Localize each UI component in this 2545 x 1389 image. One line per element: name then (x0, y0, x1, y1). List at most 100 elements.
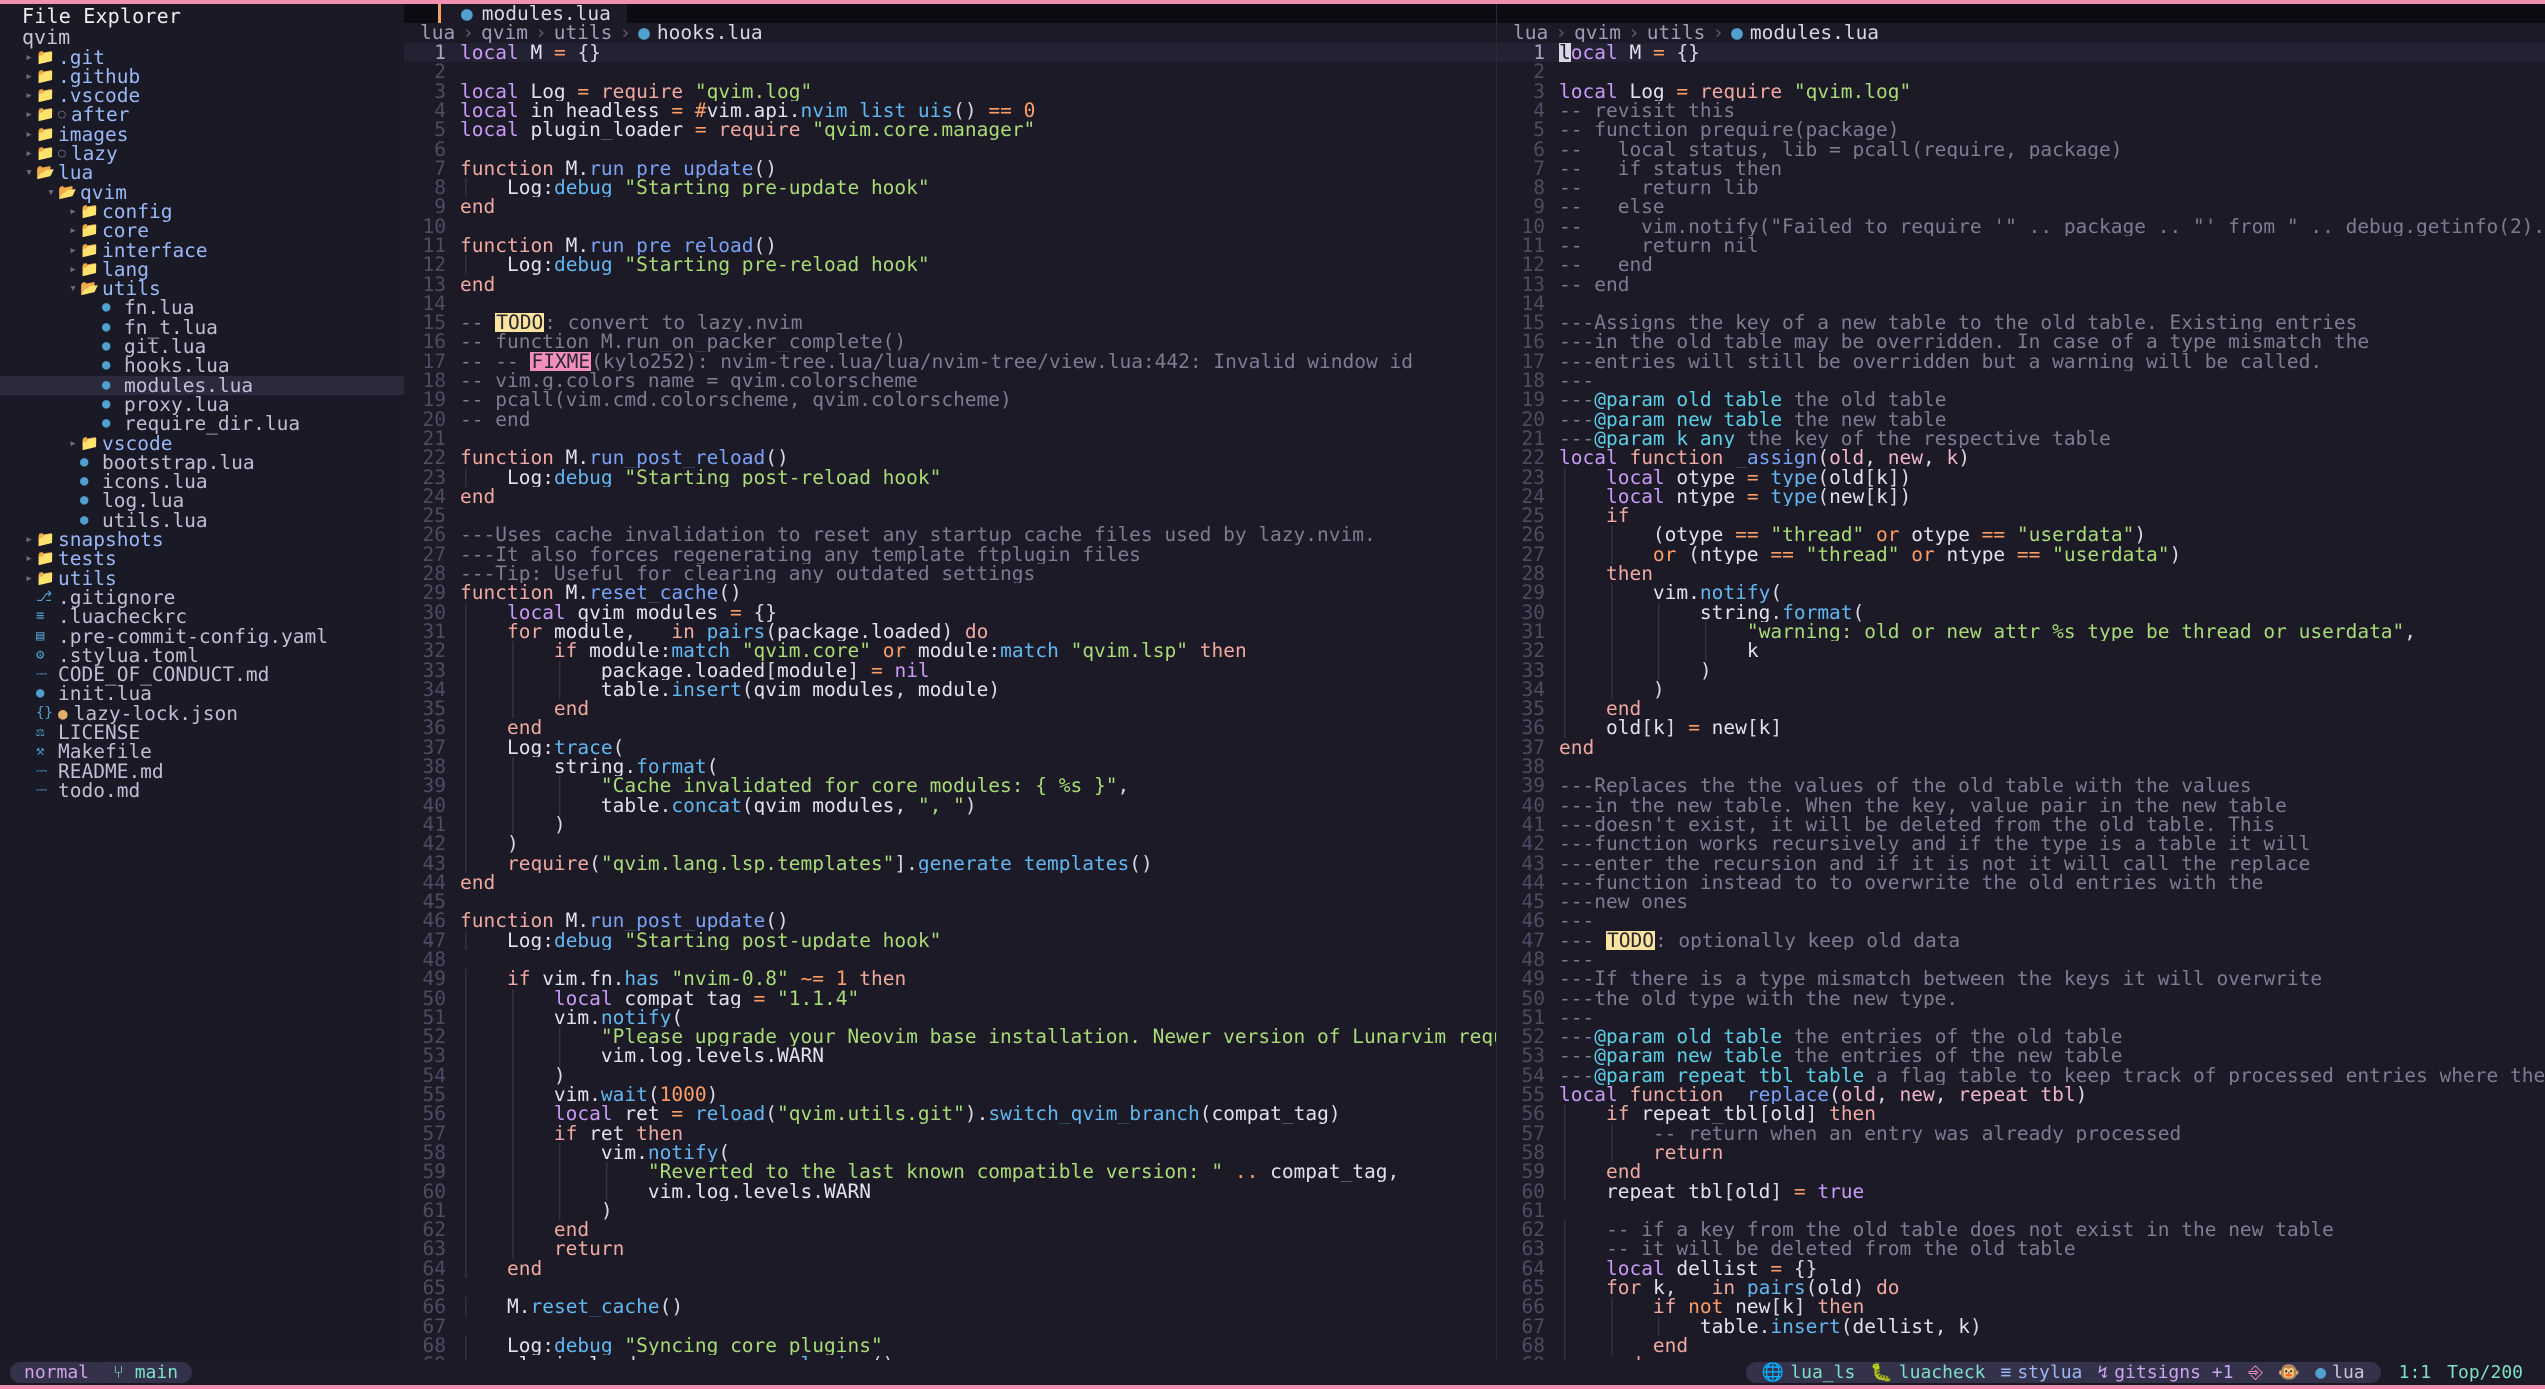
breadcrumb-segment[interactable]: lua (1513, 22, 1548, 42)
code-token: . (636, 1142, 648, 1163)
code-line-content: local plugin_loader = require "qvim.core… (460, 120, 1496, 139)
code-token: -- it will be deleted from the old table (1605, 1239, 2076, 1259)
chevron-right-icon[interactable]: ▸ (66, 260, 80, 279)
breadcrumb-left[interactable]: lua › qvim › utils › ● hooks.lua (404, 22, 1496, 43)
breadcrumb-right[interactable]: lua › qvim › utils › ● modules.lua (1497, 22, 2545, 43)
file-tree-item-init-lua[interactable]: ● init.lua (0, 684, 404, 704)
code-line-content: │ for k, _ in pairs(old) do (1559, 1278, 2545, 1297)
chevron-down-icon[interactable]: ▾ (44, 183, 58, 202)
chevron-down-icon[interactable]: ▾ (66, 279, 80, 298)
file-tree-item-vscode[interactable]: ▸ 📁 vscode (0, 433, 404, 453)
status-diagnostics[interactable]: ⎆ (2248, 1363, 2262, 1383)
status-branch[interactable]: ⑂ main (93, 1362, 193, 1383)
code-token: ) (1852, 1278, 1877, 1298)
breadcrumb-segment[interactable]: utils (1647, 22, 1706, 42)
status-formatter[interactable]: ≡ stylua (2001, 1363, 2083, 1383)
code-line-content: --- (1559, 1008, 2545, 1027)
file-tree[interactable]: ▸ 📁 .git ▸ 📁 .github ▸ 📁 .vscode ▸ 📁 ○ after ▸ 📁 images… (0, 47, 404, 800)
file-tree-item-interface[interactable]: ▸ 📁 interface (0, 240, 404, 260)
code-token: ) (941, 621, 965, 642)
code-token: qvim_modules (577, 602, 719, 622)
tabline-left[interactable]: ● modules.lua (404, 4, 1496, 23)
chevron-right-icon[interactable]: ▸ (22, 144, 36, 163)
file-tree-item-after[interactable]: ▸ 📁 ○ after (0, 105, 404, 125)
chevron-right-icon[interactable]: ▸ (22, 549, 36, 568)
file-tree-item-makefile[interactable]: ⚒ Makefile (0, 742, 404, 762)
file-explorer-sidebar[interactable]: File Explorer qvim ▸ 📁 .git ▸ 📁 .github ▸ 📁 .vsc… (0, 4, 404, 1360)
code-token: ---If there is a type mismatch between t… (1559, 969, 2323, 989)
file-tree-item-lua[interactable]: ▾ 📂 lua (0, 163, 404, 183)
line-number: 40 (422, 793, 446, 817)
status-octo[interactable]: 🐵 (2278, 1363, 2300, 1383)
file-tree-item-todo-md[interactable]: ⎓ todo.md (0, 780, 404, 800)
chevron-right-icon[interactable]: ▸ (66, 221, 80, 240)
breadcrumb-segment[interactable]: qvim (481, 22, 528, 42)
status-filetype[interactable]: ● lua (2315, 1363, 2364, 1383)
file-tree-item--pre-commit-config-yaml[interactable]: ▤ .pre-commit-config.yaml (0, 626, 404, 646)
line-number: 23 (1521, 465, 1545, 489)
code-token: │ (460, 178, 507, 198)
chevron-right-icon[interactable]: ▸ (22, 125, 36, 144)
status-gitsigns[interactable]: ↯ gitsigns +1 (2097, 1363, 2233, 1383)
code-token: │ (1559, 1258, 1606, 1279)
breadcrumb-segment[interactable]: lua (420, 22, 455, 42)
code-token: k (1876, 486, 1888, 507)
file-tree-item-core[interactable]: ▸ 📁 core (0, 221, 404, 241)
chevron-down-icon[interactable]: ▾ (22, 163, 36, 182)
file-tree-item-log-lua[interactable]: ● log.lua (0, 491, 404, 511)
code-token: │ │ (1559, 1297, 1653, 1317)
code-token: string (553, 757, 625, 777)
folder-icon: 📁 (36, 105, 55, 124)
code-editor-left[interactable]: 1 local M = {} 2 3 local Log = require "qvi… (404, 42, 1496, 1360)
chevron-right-icon[interactable]: ▸ (66, 434, 80, 453)
chevron-right-icon[interactable]: ▸ (22, 67, 36, 86)
file-tree-item--luacheckrc[interactable]: ≡ .luacheckrc (0, 607, 404, 627)
folder-icon: 📁 (36, 47, 55, 66)
code-token: M (565, 236, 578, 256)
file-tree-item-tests[interactable]: ▸ 📁 tests (0, 549, 404, 569)
code-line-content (1559, 757, 2545, 776)
chevron-right-icon[interactable]: ▸ (66, 241, 80, 260)
file-tree-item-lang[interactable]: ▸ 📁 lang (0, 259, 404, 279)
file-tree-item-require-dir-lua[interactable]: ● require_dir.lua (0, 414, 404, 434)
chevron-right-icon[interactable]: ▸ (22, 530, 36, 549)
code-line: 36 │ old[k] = new[k] (1497, 718, 2545, 738)
breadcrumb-segment[interactable]: qvim (1574, 22, 1621, 42)
code-token: │ │ │ (460, 776, 601, 796)
chevron-right-icon[interactable]: ▸ (22, 48, 36, 67)
code-token: ] (1770, 718, 1783, 738)
code-line: 5 -- function prequire(package) (1497, 120, 2545, 140)
tab-modules-lua[interactable]: ● modules.lua (438, 4, 627, 23)
code-token: ( (1817, 486, 1830, 507)
breadcrumb-segment[interactable]: utils (554, 22, 613, 42)
file-tree-item-hooks-lua[interactable]: ● hooks.lua (0, 356, 404, 376)
file-tree-item-config[interactable]: ▸ 📁 config (0, 202, 404, 222)
editor-pane-right[interactable]: lua › qvim › utils › ● modules.lua 1 loca… (1496, 4, 2545, 1360)
file-tree-item-fn-lua[interactable]: ● fn.lua (0, 298, 404, 318)
file-tree-item-utils[interactable]: ▾ 📂 utils (0, 279, 404, 299)
code-token: package (600, 660, 684, 680)
file-tree-item-readme-md[interactable]: ⎓ README.md (0, 761, 404, 781)
file-tree-item-qvim[interactable]: ▾ 📂 qvim (0, 182, 404, 202)
editor-pane-left[interactable]: ● modules.lua lua › qvim › utils › ● hoo… (404, 4, 1496, 1360)
chevron-right-icon[interactable]: ▸ (22, 86, 36, 105)
file-tree-item--vscode[interactable]: ▸ 📁 .vscode (0, 86, 404, 106)
code-line: 11 function M.run_pre_reload() (404, 236, 1496, 256)
file-tree-item-icons-lua[interactable]: ● icons.lua (0, 472, 404, 492)
status-linter[interactable]: 🐛 luacheck (1870, 1363, 1985, 1383)
code-line: 10 (404, 216, 1496, 236)
file-tree-item--git[interactable]: ▸ 📁 .git (0, 47, 404, 67)
git-icon: ⎇ (36, 588, 53, 605)
file-tree-item-images[interactable]: ▸ 📁 images (0, 124, 404, 144)
code-token: │ (460, 853, 507, 873)
status-lsp[interactable]: 🌐 lua_ls (1762, 1363, 1855, 1383)
line-number: 49 (1521, 967, 1545, 991)
file-tree-item-utils[interactable]: ▸ 📁 utils (0, 568, 404, 588)
code-token: Log (1629, 81, 1665, 101)
config-icon: ≡ (36, 608, 45, 625)
chevron-right-icon[interactable]: ▸ (66, 202, 80, 221)
code-token: "warning: old or new attr %s type be thr… (1746, 621, 2405, 642)
chevron-right-icon[interactable]: ▸ (22, 569, 36, 588)
code-editor-right[interactable]: 1 local M = {} 2 3 local Log = require "qvi… (1497, 42, 2545, 1360)
chevron-right-icon[interactable]: ▸ (22, 105, 36, 124)
